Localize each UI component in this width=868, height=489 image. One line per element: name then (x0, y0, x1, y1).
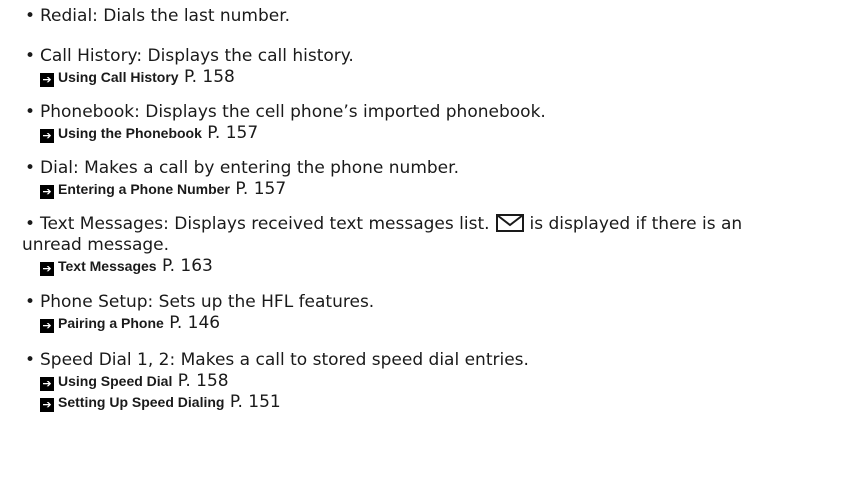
item-description: : Makes a call to stored speed dial entr… (169, 350, 529, 370)
item-description-continued: is displayed if there is an (529, 214, 743, 234)
arrow-right-icon: ➔ (40, 185, 54, 199)
item-term: Phone Setup (40, 292, 148, 312)
cross-reference-link[interactable]: ➔ Entering a Phone Number P. 157 (40, 179, 860, 200)
manual-page: • Redial: Dials the last number. • Call … (0, 0, 868, 489)
list-item-speed-dial: • Speed Dial 1, 2: Makes a call to store… (22, 350, 860, 413)
reference-title: Entering a Phone Number (58, 181, 230, 197)
cross-reference-link[interactable]: ➔ Using Speed Dial P. 158 (40, 371, 860, 392)
cross-reference-link[interactable]: ➔ Pairing a Phone P. 146 (40, 313, 860, 334)
reference-title: Text Messages (58, 258, 157, 274)
arrow-right-icon: ➔ (40, 398, 54, 412)
reference-page: P. 157 (235, 179, 287, 199)
envelope-icon (495, 214, 524, 232)
bullet: • (24, 292, 36, 312)
item-description: : Makes a call by entering the phone num… (72, 158, 459, 178)
arrow-right-icon: ➔ (40, 129, 54, 143)
bullet: • (24, 46, 36, 66)
cross-reference-link[interactable]: ➔ Using Call History P. 158 (40, 67, 860, 88)
reference-page: P. 146 (169, 313, 221, 333)
reference-page: P. 163 (161, 256, 213, 276)
arrow-right-icon: ➔ (40, 377, 54, 391)
item-term: Redial (40, 6, 93, 26)
reference-title: Using Call History (58, 69, 179, 85)
reference-page: P. 157 (207, 123, 259, 143)
list-item-text-messages: • Text Messages: Displays received text … (22, 214, 860, 277)
item-description: : Displays received text messages list. (163, 214, 490, 234)
reference-page: P. 151 (229, 392, 281, 412)
cross-reference-link[interactable]: ➔ Using the Phonebook P. 157 (40, 123, 860, 144)
arrow-right-icon: ➔ (40, 73, 54, 87)
item-term: Text Messages (40, 214, 164, 234)
item-description: : Sets up the HFL features. (147, 292, 375, 312)
item-term: Call History (40, 46, 137, 66)
list-item-phone-setup: • Phone Setup: Sets up the HFL features.… (22, 292, 860, 334)
list-item-phonebook: • Phonebook: Displays the cell phone’s i… (22, 102, 860, 144)
bullet: • (24, 102, 36, 122)
bullet: • (24, 350, 36, 370)
item-description: : Displays the call history. (136, 46, 354, 66)
reference-title: Setting Up Speed Dialing (58, 394, 225, 410)
item-description: : Displays the cell phone’s imported pho… (134, 102, 546, 122)
list-item-call-history: • Call History: Displays the call histor… (22, 46, 860, 88)
item-term: Phonebook (40, 102, 135, 122)
bullet: • (24, 214, 36, 234)
cross-reference-link[interactable]: ➔ Setting Up Speed Dialing P. 151 (40, 392, 860, 413)
item-term: Dial (40, 158, 73, 178)
item-description-line2: unread message. (22, 235, 170, 255)
cross-reference-link[interactable]: ➔ Text Messages P. 163 (40, 256, 860, 277)
reference-title: Using Speed Dial (58, 373, 173, 389)
bullet: • (24, 158, 36, 178)
list-item-dial: • Dial: Makes a call by entering the pho… (22, 158, 860, 200)
bullet: • (24, 6, 36, 26)
arrow-right-icon: ➔ (40, 262, 54, 276)
reference-page: P. 158 (184, 67, 235, 87)
arrow-right-icon: ➔ (40, 319, 54, 333)
list-item-redial: • Redial: Dials the last number. (22, 6, 860, 27)
item-term: Speed Dial 1, 2 (40, 350, 170, 370)
reference-title: Using the Phonebook (58, 125, 202, 141)
item-description: : Dials the last number. (92, 6, 291, 26)
reference-page: P. 158 (177, 371, 229, 391)
reference-title: Pairing a Phone (58, 315, 164, 331)
